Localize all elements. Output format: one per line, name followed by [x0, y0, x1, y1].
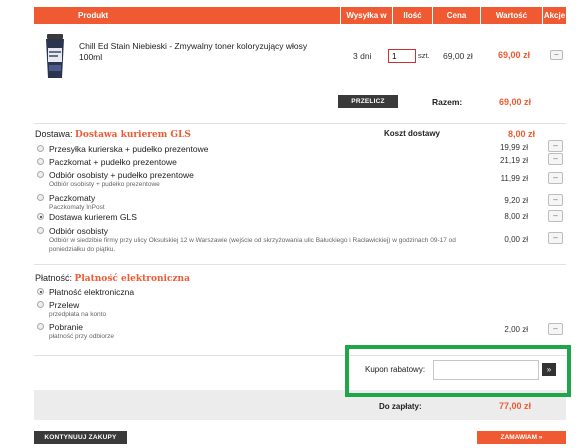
- option-description: Odbiór w siedzibie firmy przy ulicy Oksu…: [49, 237, 456, 253]
- option-action-button[interactable]: –: [548, 140, 563, 152]
- option-label: Odbiór osobisty + pudełko prezentowe: [49, 170, 194, 180]
- radio-button[interactable]: [37, 171, 44, 178]
- option-action-button[interactable]: –: [548, 172, 563, 184]
- option-description: Paczkomaty InPost: [49, 204, 105, 211]
- radio-button[interactable]: [37, 194, 44, 201]
- option-action-button[interactable]: –: [548, 153, 563, 165]
- option-price: 19,99 zł: [499, 143, 528, 152]
- option-label: Płatność elektroniczna: [49, 287, 135, 297]
- header-ilosc: Ilość: [392, 7, 432, 24]
- total-label: Do zapłaty:: [379, 402, 422, 411]
- option-description: przedpłata na konto: [49, 311, 107, 318]
- option-label: Przelew: [49, 300, 80, 310]
- delivery-cost-label: Koszt dostawy: [384, 129, 441, 138]
- coupon-input[interactable]: [433, 360, 539, 380]
- option-label: Paczkomat + pudełko prezentowe: [49, 157, 177, 167]
- shipping-days: 3 dni: [353, 51, 372, 61]
- option-action-button[interactable]: –: [548, 194, 563, 206]
- payment-heading: Płatność: Płatność elektroniczna: [35, 273, 190, 284]
- payment-selected: Płatność elektroniczna: [74, 274, 190, 284]
- radio-button[interactable]: [37, 158, 44, 165]
- option-price: 9,20 zł: [504, 196, 528, 205]
- product-name-link[interactable]: Chill Ed Stain Niebieski - Zmywalny tone…: [79, 41, 329, 63]
- option-label: Pobranie: [49, 322, 84, 332]
- divider: [34, 264, 566, 265]
- option-label: Przesyłka kurierska + pudełko prezentowe: [49, 144, 209, 154]
- cart-table-header: Produkt Wysyłka w Ilość Cena Wartość Akc…: [34, 7, 566, 24]
- remove-item-button[interactable]: –: [550, 50, 563, 60]
- option-price: 21,19 zł: [499, 156, 528, 165]
- option-action-button[interactable]: –: [548, 323, 563, 335]
- delivery-heading: Dostawa: Dostawa kurierem GLS: [35, 129, 191, 140]
- option-action-button[interactable]: –: [548, 232, 563, 244]
- option-description: Odbiór osobisty + pudełko prezentowe: [49, 181, 160, 188]
- option-price: 11,99 zł: [500, 174, 528, 183]
- radio-button-selected[interactable]: [37, 213, 44, 220]
- option-label: Odbiór osobisty: [49, 226, 109, 236]
- line-value: 69,00 zł: [498, 50, 531, 60]
- header-wartosc: Wartość: [480, 7, 542, 24]
- radio-button[interactable]: [37, 145, 44, 152]
- option-price: 2,00 zł: [504, 325, 528, 334]
- subtotal-label: Razem:: [432, 97, 463, 107]
- quantity-unit: szt.: [418, 51, 430, 60]
- option-price: 0,00 zł: [504, 235, 528, 244]
- option-description: płatność przy odbiorze: [49, 333, 115, 340]
- header-cena: Cena: [432, 7, 480, 24]
- header-produkt: Produkt: [78, 11, 109, 20]
- recalculate-button[interactable]: PRZELICZ: [338, 95, 398, 108]
- delivery-label: Dostawa:: [35, 129, 73, 139]
- radio-button-selected[interactable]: [37, 288, 44, 295]
- option-label: Paczkomaty: [49, 193, 96, 203]
- radio-button[interactable]: [37, 323, 44, 330]
- continue-shopping-button[interactable]: KONTYNUUJ ZAKUPY: [34, 431, 127, 444]
- radio-button[interactable]: [37, 227, 44, 234]
- total-value: 77,00 zł: [499, 401, 532, 411]
- option-label: Dostawa kurierem GLS: [49, 212, 137, 222]
- option-action-button[interactable]: –: [548, 210, 563, 222]
- coupon-label: Kupon rabatowy:: [365, 365, 426, 374]
- delivery-selected: Dostawa kurierem GLS: [75, 130, 191, 140]
- coupon-submit-button[interactable]: »: [542, 363, 556, 376]
- subtotal-value: 69,00 zł: [499, 97, 532, 107]
- divider: [34, 123, 566, 124]
- unit-price: 69,00 zł: [443, 51, 473, 61]
- header-wysylka: Wysyłka w: [340, 7, 392, 24]
- radio-button[interactable]: [37, 301, 44, 308]
- place-order-button[interactable]: ZAMAWIAM »: [477, 431, 566, 444]
- option-price: 8,00 zł: [504, 212, 528, 221]
- product-thumbnail[interactable]: [38, 34, 72, 80]
- delivery-cost-value: 8,00 zł: [508, 129, 536, 139]
- payment-label: Płatność:: [35, 273, 73, 283]
- header-akcje: Akcje: [542, 7, 566, 24]
- quantity-input[interactable]: [388, 49, 416, 63]
